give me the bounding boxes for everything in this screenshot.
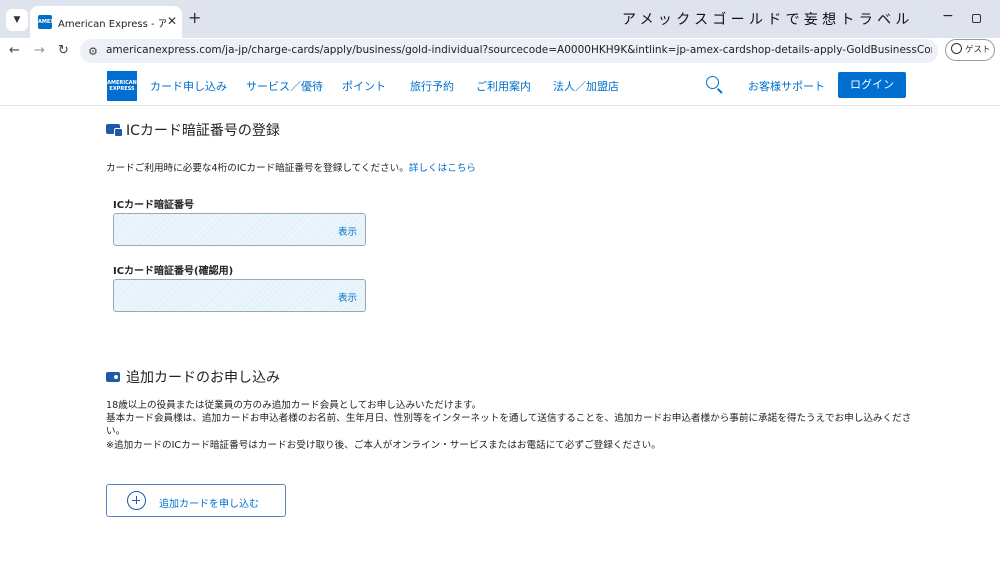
pin-section-title: ICカード暗証番号の登録 [126,123,280,139]
window-title: アメックスゴールドで妄想トラベル [622,12,914,28]
customer-support-link[interactable]: お客様サポート [748,78,825,94]
nav-services[interactable]: サービス／優待 [246,78,323,94]
nav-usage-guide[interactable]: ご利用案内 [476,78,531,94]
site-info-icon[interactable]: ⚙ [88,45,98,58]
additional-card-section-title: 追加カードのお申し込み [126,370,280,386]
nav-corporate[interactable]: 法人／加盟店 [553,78,619,94]
forward-arrow-icon[interactable]: → [34,43,45,58]
pin-confirm-input[interactable]: 表示 [113,279,366,312]
browser-tab-bar: ▼ AMEX American Express - アメリカン･エ ✕ + アメ… [0,0,1000,38]
url-text[interactable]: americanexpress.com/ja-jp/charge-cards/a… [106,44,932,56]
wallet-icon [106,372,120,382]
guest-profile-button[interactable]: ゲスト [945,39,995,61]
tab-search-chevron-icon[interactable]: ▼ [6,9,28,31]
amex-favicon-icon: AMEX [38,15,54,29]
pin-field-label: ICカード暗証番号 [113,200,195,211]
window-maximize-icon[interactable] [972,14,981,23]
url-omnibox[interactable]: ⚙ americanexpress.com/ja-jp/charge-cards… [80,39,938,63]
search-icon[interactable] [706,76,719,89]
new-tab-plus-icon[interactable]: + [188,9,201,27]
add-card-button-label: 追加カードを申し込む [159,499,259,510]
pin-input[interactable]: 表示 [113,213,366,246]
window-minimize-icon[interactable]: − [942,8,954,24]
plus-circle-icon [127,491,146,510]
additional-card-consent: 基本カード会員様は、追加カードお申込者様のお名前、生年月日、性別等をインターネッ… [106,413,912,438]
nav-travel[interactable]: 旅行予約 [410,78,454,94]
pin-description-text: カードご利用時に必要な4桁のICカード暗証番号を登録してください。 [106,163,409,174]
browser-tab[interactable]: AMEX American Express - アメリカン･エ ✕ [30,6,182,38]
site-header: AMERICAN EXPRESS カード申し込み サービス／優待 ポイント 旅行… [0,64,1000,106]
pin-confirm-show-button[interactable]: 表示 [338,290,357,304]
profile-icon [951,43,962,54]
additional-card-eligibility: 18歳以上の役員または従業員の方のみ追加カード会員としてお申し込みいただけます。 [106,400,482,411]
nav-points[interactable]: ポイント [342,78,386,94]
pin-show-button[interactable]: 表示 [338,224,357,238]
details-link[interactable]: 詳しくはこちら [409,163,476,174]
pin-description: カードご利用時に必要な4桁のICカード暗証番号を登録してください。詳しくはこちら [106,160,476,174]
login-button[interactable]: ログイン [838,72,906,98]
guest-label: ゲスト [965,45,991,55]
pin-confirm-field-label: ICカード暗証番号(確認用) [113,266,234,277]
tab-title: American Express - アメリカン･エ [58,19,166,30]
additional-card-info: 18歳以上の役員または従業員の方のみ追加カード会員としてお申し込みいただけます。… [106,399,916,452]
tab-close-icon[interactable]: ✕ [167,14,177,28]
amex-logo[interactable]: AMERICAN EXPRESS [107,71,137,101]
additional-card-pin-note: ※追加カードのICカード暗証番号はカードお受け取り後、ご本人がオンライン・サービ… [106,439,661,451]
reload-icon[interactable]: ↻ [58,43,69,58]
add-card-button[interactable]: 追加カードを申し込む [106,484,286,517]
address-bar-row: ← → ↻ ⚙ americanexpress.com/ja-jp/charge… [0,38,1000,64]
back-arrow-icon[interactable]: ← [9,43,20,58]
ic-card-icon [106,124,123,137]
nav-card-apply[interactable]: カード申し込み [150,78,227,94]
